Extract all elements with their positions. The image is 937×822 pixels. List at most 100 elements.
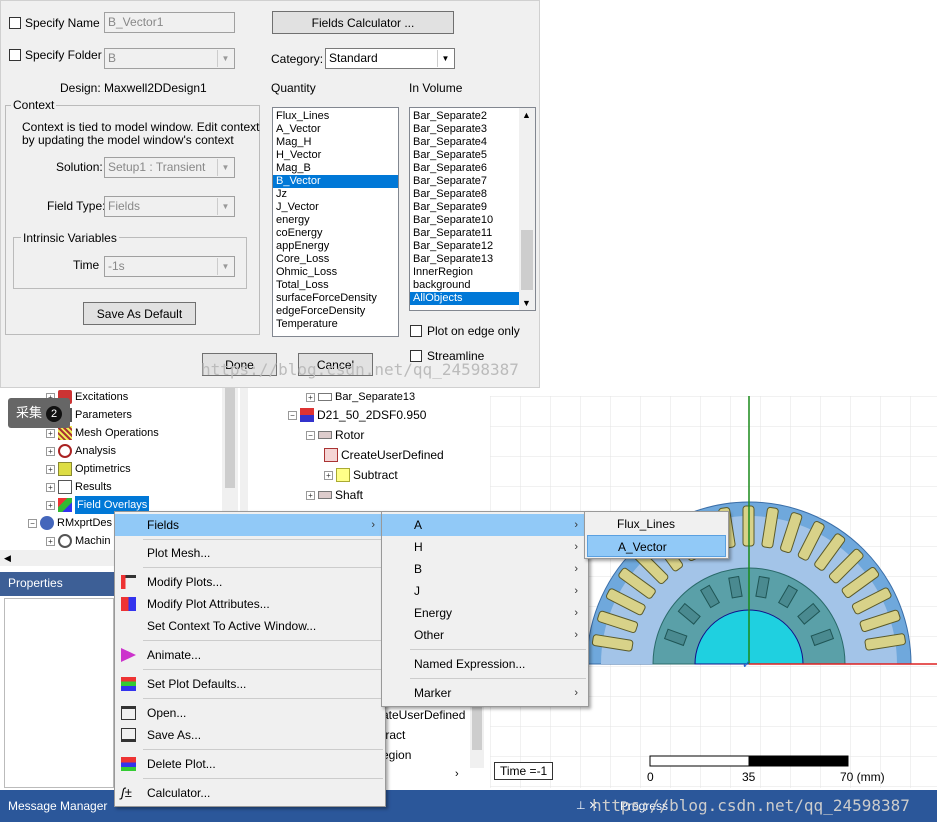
delete-plot-icon bbox=[121, 757, 136, 771]
quantity-item[interactable]: Flux_Lines bbox=[273, 110, 398, 123]
solution-select[interactable]: Setup1 : Transient ▼ bbox=[104, 157, 235, 178]
tree-item-analysis[interactable]: + Analysis bbox=[46, 442, 116, 460]
field-type-select[interactable]: Fields ▼ bbox=[104, 196, 235, 217]
chevron-right-icon: › bbox=[574, 541, 578, 553]
save-as-default-button[interactable]: Save As Default bbox=[83, 302, 196, 325]
name-field[interactable]: B_Vector1 bbox=[104, 12, 235, 33]
model-item[interactable]: − D21_50_2DSF0.950 bbox=[288, 406, 426, 424]
quantity-list[interactable]: Flux_Lines A_Vector Mag_H H_Vector Mag_B… bbox=[272, 107, 399, 337]
quantity-item[interactable]: Total_Loss bbox=[273, 279, 398, 292]
field-overlays-icon bbox=[58, 498, 72, 512]
volume-item[interactable]: InnerRegion bbox=[410, 266, 520, 279]
menu-item-marker[interactable]: Marker › bbox=[382, 682, 588, 704]
chevron-left-icon[interactable]: ◀ bbox=[4, 553, 11, 563]
category-label: Category: bbox=[271, 52, 324, 66]
properties-panel bbox=[4, 598, 114, 788]
menu-item-fields[interactable]: Fields › bbox=[115, 514, 385, 536]
model-item[interactable]: − Rotor bbox=[306, 426, 364, 444]
volume-item[interactable]: Bar_Separate7 bbox=[410, 175, 520, 188]
tree-item-rmxprt-design[interactable]: − RMxprtDes bbox=[28, 514, 112, 532]
volume-item-selected[interactable]: AllObjects bbox=[410, 292, 520, 305]
quantity-item[interactable]: Temperature bbox=[273, 318, 398, 331]
quantity-item[interactable]: Ohmic_Loss bbox=[273, 266, 398, 279]
quantity-item[interactable]: Jz bbox=[273, 188, 398, 201]
model-item-partial[interactable]: ateUserDefined bbox=[382, 706, 465, 724]
open-icon bbox=[121, 706, 136, 720]
scroll-thumb[interactable] bbox=[521, 230, 533, 290]
chevron-down-icon[interactable]: ▼ bbox=[522, 298, 531, 308]
quantity-item[interactable]: A_Vector bbox=[273, 123, 398, 136]
model-item[interactable]: + Bar_Separate13 bbox=[306, 388, 415, 406]
chevron-up-icon[interactable]: ▲ bbox=[522, 110, 531, 120]
quantity-item[interactable]: coEnergy bbox=[273, 227, 398, 240]
quantity-item[interactable]: Mag_H bbox=[273, 136, 398, 149]
menu-item-set-plot-defaults[interactable]: Set Plot Defaults... bbox=[115, 673, 385, 695]
folder-select[interactable]: B ▼ bbox=[104, 48, 235, 69]
quantity-item[interactable]: edgeForceDensity bbox=[273, 305, 398, 318]
menu-item-a-vector[interactable]: A_Vector bbox=[587, 535, 726, 557]
animate-icon bbox=[121, 648, 136, 662]
chevron-right-icon: › bbox=[574, 585, 578, 597]
collect-badge[interactable]: 采集 2 bbox=[8, 398, 70, 428]
plot-edge-checkbox[interactable] bbox=[410, 325, 422, 337]
watermark-text: https://blog.csdn.net/qq_24598387 bbox=[201, 360, 519, 379]
chevron-right-icon[interactable]: › bbox=[455, 768, 459, 780]
volume-item[interactable]: Bar_Separate8 bbox=[410, 188, 520, 201]
volume-item[interactable]: Bar_Separate5 bbox=[410, 149, 520, 162]
volume-item[interactable]: Bar_Separate4 bbox=[410, 136, 520, 149]
menu-item-modify-plots[interactable]: Modify Plots... bbox=[115, 571, 385, 593]
menu-item-calculator[interactable]: ʃ± Calculator... bbox=[115, 782, 385, 804]
category-select[interactable]: Standard ▼ bbox=[325, 48, 455, 69]
menu-item-plot-mesh[interactable]: Plot Mesh... bbox=[115, 542, 385, 564]
model-item[interactable]: CreateUserDefined bbox=[324, 446, 444, 464]
volume-item[interactable]: Bar_Separate2 bbox=[410, 110, 520, 123]
volume-item[interactable]: Bar_Separate9 bbox=[410, 201, 520, 214]
menu-item-flux-lines[interactable]: Flux_Lines bbox=[585, 513, 728, 535]
menu-item-animate[interactable]: Animate... bbox=[115, 644, 385, 666]
volume-item[interactable]: Bar_Separate11 bbox=[410, 227, 520, 240]
volume-scrollbar[interactable]: ▲ ▼ bbox=[519, 108, 535, 310]
tree-item-optimetrics[interactable]: + Optimetrics bbox=[46, 460, 131, 478]
model-item[interactable]: + Shaft bbox=[306, 486, 363, 504]
quantity-item[interactable]: H_Vector bbox=[273, 149, 398, 162]
menu-item-delete-plot[interactable]: Delete Plot... bbox=[115, 753, 385, 775]
menu-item-named-expression[interactable]: Named Expression... bbox=[382, 653, 588, 675]
tree-item-results[interactable]: + Results bbox=[46, 478, 112, 496]
specify-name-checkbox[interactable] bbox=[9, 17, 21, 29]
quantity-item[interactable]: energy bbox=[273, 214, 398, 227]
volume-item[interactable]: Bar_Separate13 bbox=[410, 253, 520, 266]
in-volume-list[interactable]: Bar_Separate2 Bar_Separate3 Bar_Separate… bbox=[409, 107, 536, 311]
menu-item-h[interactable]: H › bbox=[382, 536, 588, 558]
menu-item-energy[interactable]: Energy › bbox=[382, 602, 588, 624]
quantity-item[interactable]: Mag_B bbox=[273, 162, 398, 175]
menu-item-b[interactable]: B › bbox=[382, 558, 588, 580]
fields-calculator-button[interactable]: Fields Calculator ... bbox=[272, 11, 454, 34]
menu-item-modify-plot-attributes[interactable]: Modify Plot Attributes... bbox=[115, 593, 385, 615]
quantity-item-selected[interactable]: B_Vector bbox=[273, 175, 398, 188]
model-item-partial[interactable]: egion bbox=[382, 746, 411, 764]
quantity-item[interactable]: surfaceForceDensity bbox=[273, 292, 398, 305]
menu-item-save-as[interactable]: Save As... bbox=[115, 724, 385, 746]
menu-item-a[interactable]: A › bbox=[382, 514, 588, 536]
quantity-item[interactable]: appEnergy bbox=[273, 240, 398, 253]
tree-item-machine[interactable]: + Machin bbox=[46, 532, 110, 550]
volume-item[interactable]: Bar_Separate12 bbox=[410, 240, 520, 253]
menu-item-set-context[interactable]: Set Context To Active Window... bbox=[115, 615, 385, 637]
create-field-plot-dialog: Specify Name B_Vector1 Specify Folder B ▼… bbox=[0, 0, 540, 388]
menu-item-other[interactable]: Other › bbox=[382, 624, 588, 646]
volume-item[interactable]: Bar_Separate6 bbox=[410, 162, 520, 175]
specify-folder-checkbox[interactable] bbox=[9, 49, 21, 61]
menu-item-open[interactable]: Open... bbox=[115, 702, 385, 724]
field-type-label: Field Type: bbox=[47, 199, 106, 213]
model-tree-scrollbar[interactable] bbox=[470, 698, 484, 768]
volume-item[interactable]: background bbox=[410, 279, 520, 292]
volume-item[interactable]: Bar_Separate3 bbox=[410, 123, 520, 136]
volume-item[interactable]: Bar_Separate10 bbox=[410, 214, 520, 227]
quantity-item[interactable]: J_Vector bbox=[273, 201, 398, 214]
menu-item-j[interactable]: J › bbox=[382, 580, 588, 602]
quantity-item[interactable]: Core_Loss bbox=[273, 253, 398, 266]
save-icon bbox=[121, 728, 136, 742]
time-select[interactable]: -1s ▼ bbox=[104, 256, 235, 277]
context-text-2: by updating the model window's context bbox=[22, 133, 234, 147]
model-item[interactable]: + Subtract bbox=[324, 466, 398, 484]
